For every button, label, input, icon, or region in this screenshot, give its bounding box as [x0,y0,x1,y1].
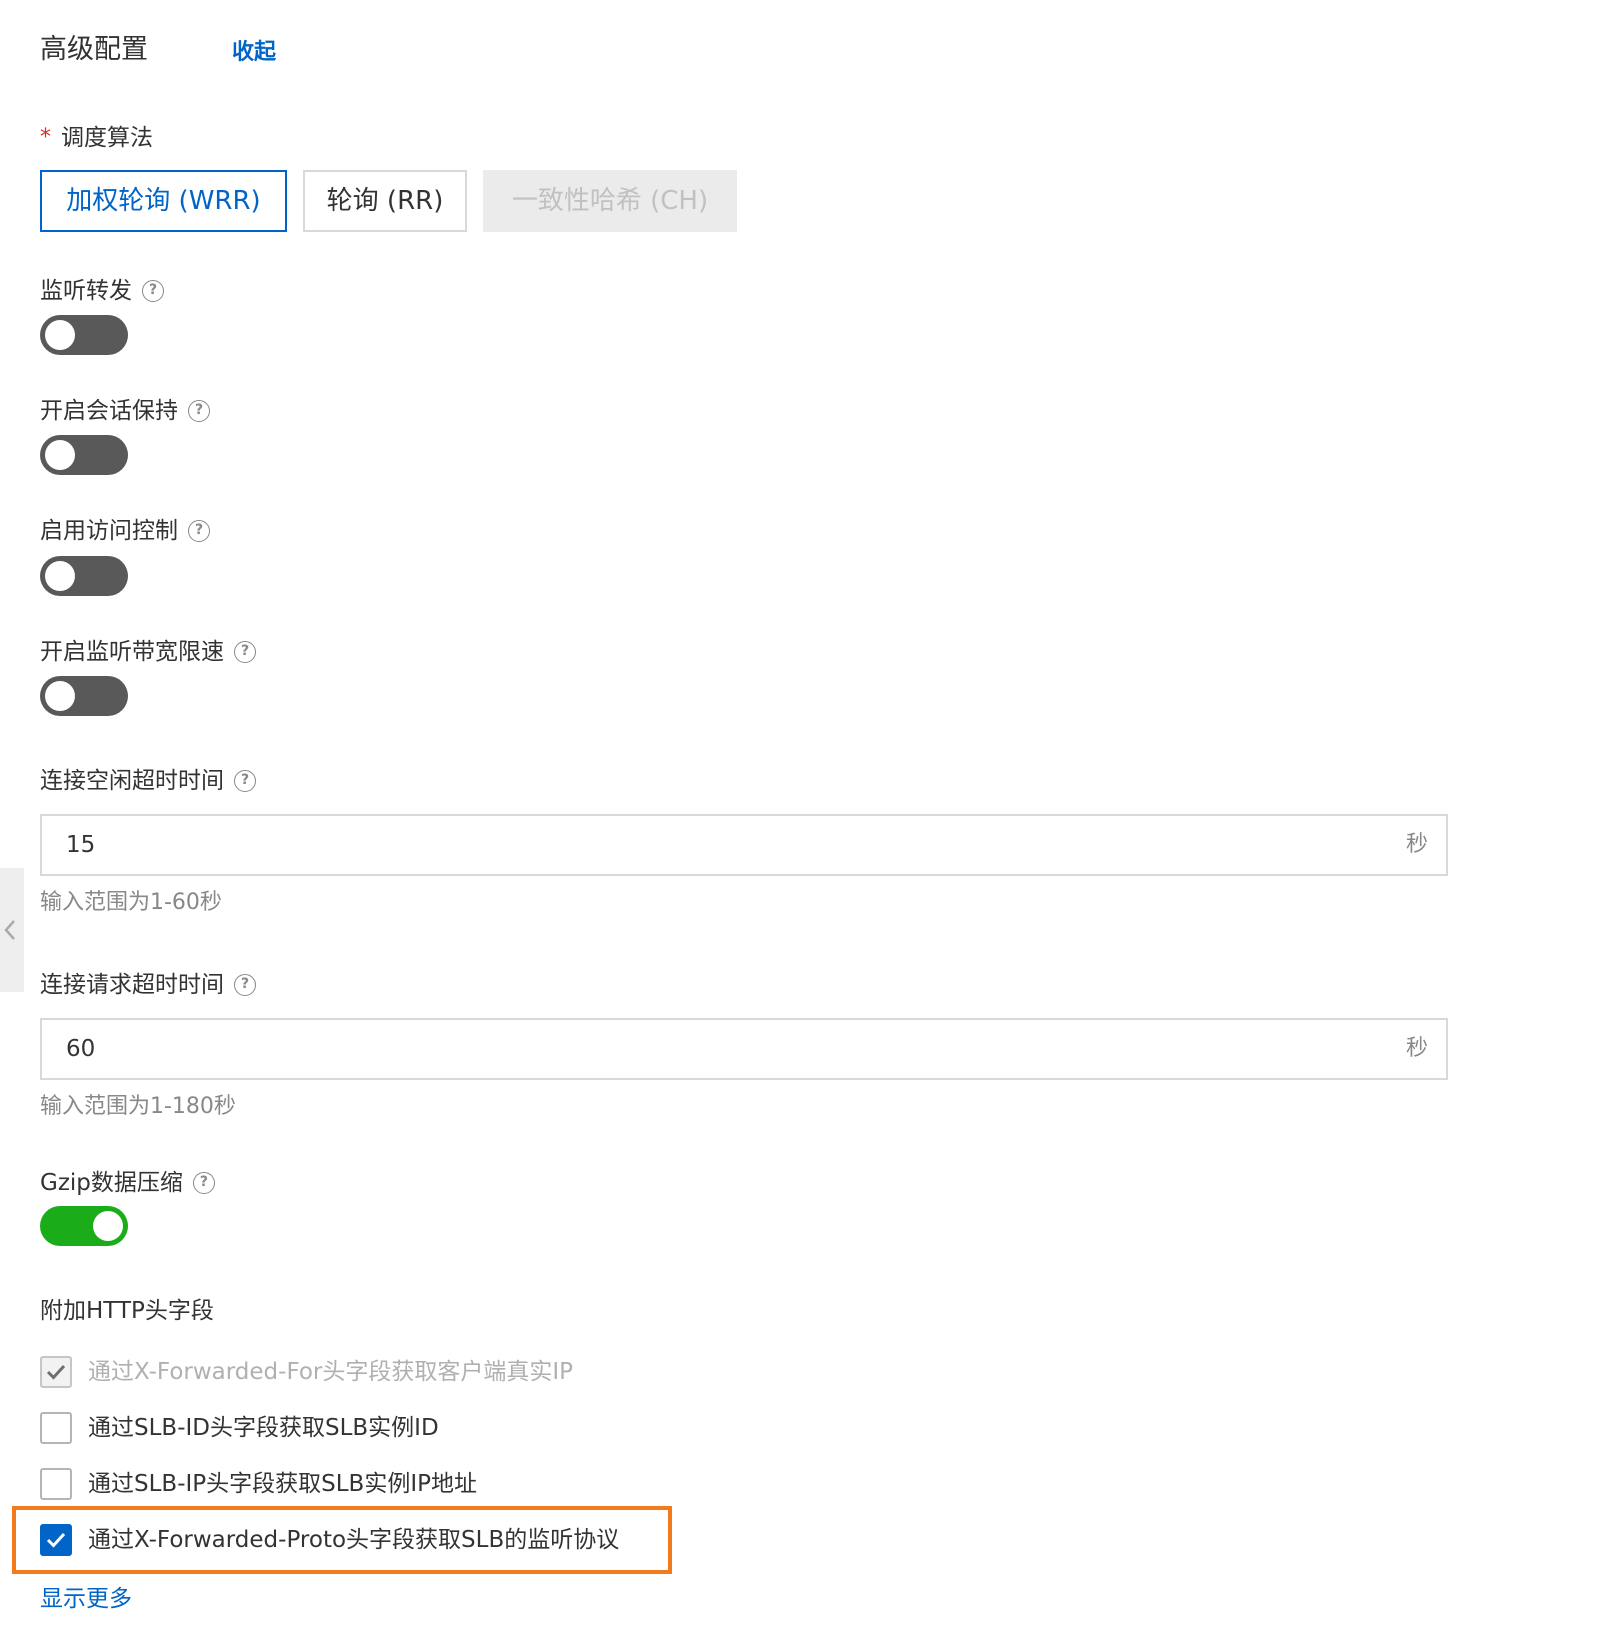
slb-id-checkbox-label[interactable]: 通过SLB-ID头字段获取SLB实例ID [88,1411,439,1445]
access-control-label: 启用访问控制 [40,518,178,544]
access-control-switch[interactable] [40,556,128,596]
http-headers-label: 附加HTTP头字段 [40,1298,214,1324]
session-persistence-label: 开启会话保持 [40,398,178,424]
help-icon[interactable]: ? [142,280,164,302]
checkmark-icon [46,1364,66,1380]
bandwidth-limit-switch[interactable] [40,676,128,716]
slb-ip-checkbox[interactable] [40,1468,72,1500]
slb-ip-checkbox-row[interactable]: 通过SLB-IP头字段获取SLB实例IP地址 [40,1467,477,1501]
request-timeout-label-row: 连接请求超时时间 ? [40,968,256,1002]
section-title: 高级配置 [40,34,148,65]
gzip-switch[interactable] [40,1206,128,1246]
request-timeout-hint: 输入范围为1-180秒 [40,1094,236,1119]
gzip-label: Gzip数据压缩 [40,1170,183,1196]
help-icon[interactable]: ? [234,641,256,663]
listener-forward-label: 监听转发 [40,278,132,304]
slb-id-checkbox-row[interactable]: 通过SLB-ID头字段获取SLB实例ID [40,1411,439,1445]
listener-forward-label-row: 监听转发 ? [40,274,164,308]
request-timeout-unit: 秒 [1405,1036,1428,1061]
xff-checkbox-label: 通过X-Forwarded-For头字段获取客户端真实IP [88,1359,574,1385]
switch-knob [93,1211,123,1241]
xff-checkbox [40,1356,72,1388]
request-timeout-label: 连接请求超时时间 [40,972,224,998]
idle-timeout-label-row: 连接空闲超时时间 ? [40,764,256,798]
switch-knob [45,561,75,591]
listener-forward-switch[interactable] [40,315,128,355]
request-timeout-input[interactable]: 60 秒 [40,1018,1448,1080]
idle-timeout-label: 连接空闲超时时间 [40,768,224,794]
collapse-link[interactable]: 收起 [232,36,276,70]
chevron-left-icon [4,920,15,940]
help-icon[interactable]: ? [188,520,210,542]
access-control-label-row: 启用访问控制 ? [40,514,210,548]
side-panel-handle[interactable] [0,868,24,992]
help-icon[interactable]: ? [192,1172,215,1194]
switch-knob [45,320,75,350]
request-timeout-value[interactable]: 60 [66,1020,95,1078]
idle-timeout-input[interactable]: 15 秒 [40,814,1448,876]
scheduler-option-rr[interactable]: 轮询 (RR) [303,170,467,232]
switch-knob [45,440,75,470]
help-icon[interactable]: ? [234,974,256,996]
required-mark: * [40,125,51,150]
scheduler-label-row: * 调度算法 [40,121,153,155]
switch-knob [45,681,75,711]
xff-checkbox-row: 通过X-Forwarded-For头字段获取客户端真实IP [40,1355,573,1389]
scheduler-label: 调度算法 [61,125,153,151]
scheduler-option-wrr[interactable]: 加权轮询 (WRR) [40,170,287,232]
scheduler-option-ch: 一致性哈希 (CH) [483,170,737,232]
show-more-link[interactable]: 显示更多 [40,1582,132,1616]
idle-timeout-hint: 输入范围为1-60秒 [40,890,222,915]
bandwidth-limit-label-row: 开启监听带宽限速 ? [40,635,256,669]
idle-timeout-unit: 秒 [1405,832,1428,857]
session-persistence-label-row: 开启会话保持 ? [40,394,210,428]
help-icon[interactable]: ? [188,400,210,422]
slb-ip-checkbox-label[interactable]: 通过SLB-IP头字段获取SLB实例IP地址 [88,1467,477,1501]
help-icon[interactable]: ? [234,770,256,792]
gzip-label-row: Gzip数据压缩 ? [40,1166,215,1200]
slb-id-checkbox[interactable] [40,1412,72,1444]
session-persistence-switch[interactable] [40,435,128,475]
highlight-annotation [12,1506,672,1574]
bandwidth-limit-label: 开启监听带宽限速 [40,639,224,665]
idle-timeout-value[interactable]: 15 [66,816,95,874]
